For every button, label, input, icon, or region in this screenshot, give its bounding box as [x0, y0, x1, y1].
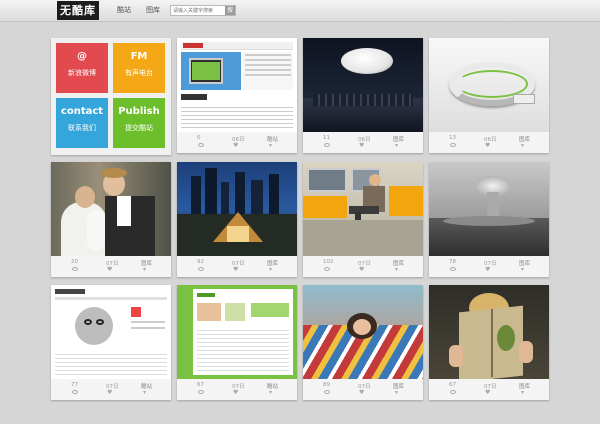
- card-11-meta: 67 07日 图库 ♥ ▾: [429, 381, 549, 399]
- card-5-meta: 92 07日 图库 ♥ ▾: [177, 258, 297, 276]
- card-3-chevron-down-icon[interactable]: ▾: [521, 142, 524, 149]
- card-8-heart-icon[interactable]: ♥: [107, 389, 112, 396]
- tile-contact-label: 联系我们: [68, 124, 96, 132]
- card-5-heart-icon[interactable]: ♥: [233, 266, 238, 273]
- tile-fm-label: 有声电台: [125, 69, 153, 77]
- card-5-eye-icon: [198, 267, 204, 271]
- card-11[interactable]: 67 07日 图库 ♥ ▾: [429, 285, 549, 400]
- card-8-chevron-down-icon[interactable]: ▾: [143, 389, 146, 396]
- card-7[interactable]: 78 07日 图库 ♥ ▾: [429, 162, 549, 277]
- card-4-meta: 20 07日 图库 ♥ ▾: [51, 258, 171, 276]
- card-11-chevron-down-icon[interactable]: ▾: [521, 389, 524, 396]
- tile-weibo[interactable]: @ 新浪微博: [56, 43, 108, 93]
- card-11-views: 67: [449, 382, 456, 388]
- card-5[interactable]: 92 07日 图库 ♥ ▾: [177, 162, 297, 277]
- card-4-chevron-down-icon[interactable]: ▾: [143, 266, 146, 273]
- tile-weibo-symbol: @: [77, 51, 87, 62]
- card-2-heart-icon[interactable]: ♥: [359, 142, 364, 149]
- card-4-thumbnail[interactable]: [51, 162, 171, 256]
- card-9-views: 67: [197, 382, 204, 388]
- card-10-views: 89: [323, 382, 330, 388]
- card-4-eye-icon: [72, 267, 78, 271]
- card-7-chevron-down-icon[interactable]: ▾: [521, 266, 524, 273]
- card-8-eye-icon: [72, 390, 78, 394]
- card-2-views: 11: [323, 135, 330, 141]
- card-7-eye-icon: [450, 267, 456, 271]
- card-11-eye-icon: [450, 390, 456, 394]
- card-8-thumbnail[interactable]: [51, 285, 171, 379]
- tile-publish-symbol: Publish: [118, 106, 160, 117]
- card-5-views: 92: [197, 259, 204, 265]
- card-6-heart-icon[interactable]: ♥: [359, 266, 364, 273]
- card-8[interactable]: 77 07日 酷站 ♥ ▾: [51, 285, 171, 400]
- card-11-heart-icon[interactable]: ♥: [485, 389, 490, 396]
- card-6-thumbnail[interactable]: [303, 162, 423, 256]
- card-5-chevron-down-icon[interactable]: ▾: [269, 266, 272, 273]
- card-3-thumbnail[interactable]: [429, 38, 549, 132]
- card-1-eye-icon: [198, 143, 204, 147]
- card-7-heart-icon[interactable]: ♥: [485, 266, 490, 273]
- card-1-chevron-down-icon[interactable]: ▾: [269, 142, 272, 149]
- tile-fm[interactable]: FM 有声电台: [113, 43, 165, 93]
- card-1-views: 0: [197, 135, 201, 141]
- card-6-eye-icon: [324, 267, 330, 271]
- search-button[interactable]: 搜: [225, 6, 235, 15]
- tile-contact-symbol: contact: [60, 106, 104, 117]
- card-11-thumbnail[interactable]: [429, 285, 549, 379]
- card-7-meta: 78 07日 图库 ♥ ▾: [429, 258, 549, 276]
- card-10-heart-icon[interactable]: ♥: [359, 389, 364, 396]
- card-2-eye-icon: [324, 143, 330, 147]
- card-9-heart-icon[interactable]: ♥: [233, 389, 238, 396]
- card-10-meta: 89 07日 图库 ♥ ▾: [303, 381, 423, 399]
- card-8-views: 77: [71, 382, 78, 388]
- site-logo[interactable]: 无酷库: [57, 1, 99, 20]
- card-6-views: 102: [323, 259, 334, 265]
- card-1[interactable]: 0 06日 酷站 ♥ ▾: [177, 38, 297, 153]
- card-2[interactable]: 11 06日 图库 ♥ ▾: [303, 38, 423, 153]
- card-2-chevron-down-icon[interactable]: ▾: [395, 142, 398, 149]
- card-6-chevron-down-icon[interactable]: ▾: [395, 266, 398, 273]
- card-10[interactable]: 89 07日 图库 ♥ ▾: [303, 285, 423, 400]
- card-10-chevron-down-icon[interactable]: ▾: [395, 389, 398, 396]
- tile-weibo-label: 新浪微博: [68, 69, 96, 77]
- card-8-meta: 77 07日 酷站 ♥ ▾: [51, 381, 171, 399]
- card-9-thumbnail[interactable]: [177, 285, 297, 379]
- card-3-views: 13: [449, 135, 456, 141]
- card-3-heart-icon[interactable]: ♥: [485, 142, 490, 149]
- card-3-eye-icon: [450, 143, 456, 147]
- card-10-eye-icon: [324, 390, 330, 394]
- card-6[interactable]: 102 07日 图库 ♥ ▾: [303, 162, 423, 277]
- card-7-thumbnail[interactable]: [429, 162, 549, 256]
- card-2-thumbnail[interactable]: [303, 38, 423, 132]
- card-1-meta: 0 06日 酷站 ♥ ▾: [177, 134, 297, 152]
- tile-publish[interactable]: Publish 提交酷站: [113, 98, 165, 148]
- card-social-tiles: @ 新浪微博 FM 有声电台 contact 联系我们 Publish 提交酷站: [51, 38, 171, 155]
- card-5-thumbnail[interactable]: [177, 162, 297, 256]
- card-6-meta: 102 07日 图库 ♥ ▾: [303, 258, 423, 276]
- card-10-thumbnail[interactable]: [303, 285, 423, 379]
- tile-fm-symbol: FM: [130, 51, 148, 62]
- top-bar: 无酷库 酷站 图库 搜: [0, 0, 600, 22]
- card-9[interactable]: 67 07日 酷站 ♥ ▾: [177, 285, 297, 400]
- card-1-heart-icon[interactable]: ♥: [233, 142, 238, 149]
- tile-contact[interactable]: contact 联系我们: [56, 98, 108, 148]
- card-4-views: 20: [71, 259, 78, 265]
- search-box: 搜: [170, 5, 236, 16]
- card-9-meta: 67 07日 酷站 ♥ ▾: [177, 381, 297, 399]
- card-1-thumbnail[interactable]: [177, 38, 297, 132]
- card-4[interactable]: 20 07日 图库 ♥ ▾: [51, 162, 171, 277]
- card-2-meta: 11 06日 图库 ♥ ▾: [303, 134, 423, 152]
- nav-link-sites[interactable]: 酷站: [117, 5, 131, 15]
- card-3[interactable]: 13 06日 图库 ♥ ▾: [429, 38, 549, 153]
- search-input[interactable]: [171, 6, 225, 15]
- card-7-views: 78: [449, 259, 456, 265]
- card-9-eye-icon: [198, 390, 204, 394]
- card-3-meta: 13 06日 图库 ♥ ▾: [429, 134, 549, 152]
- nav-link-gallery[interactable]: 图库: [146, 5, 160, 15]
- card-4-heart-icon[interactable]: ♥: [107, 266, 112, 273]
- tile-publish-label: 提交酷站: [125, 124, 153, 132]
- card-9-chevron-down-icon[interactable]: ▾: [269, 389, 272, 396]
